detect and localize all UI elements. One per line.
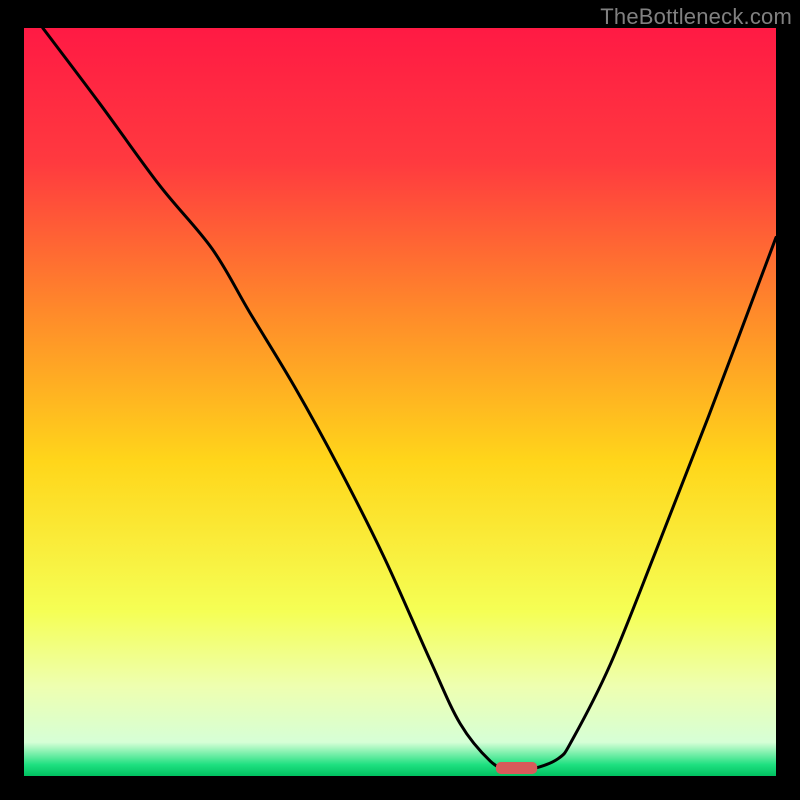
optimal-marker (496, 762, 537, 774)
gradient-background (24, 28, 776, 776)
plot-area (24, 28, 776, 776)
canvas: TheBottleneck.com (0, 0, 800, 800)
bottleneck-chart (24, 28, 776, 776)
site-watermark: TheBottleneck.com (600, 4, 792, 30)
